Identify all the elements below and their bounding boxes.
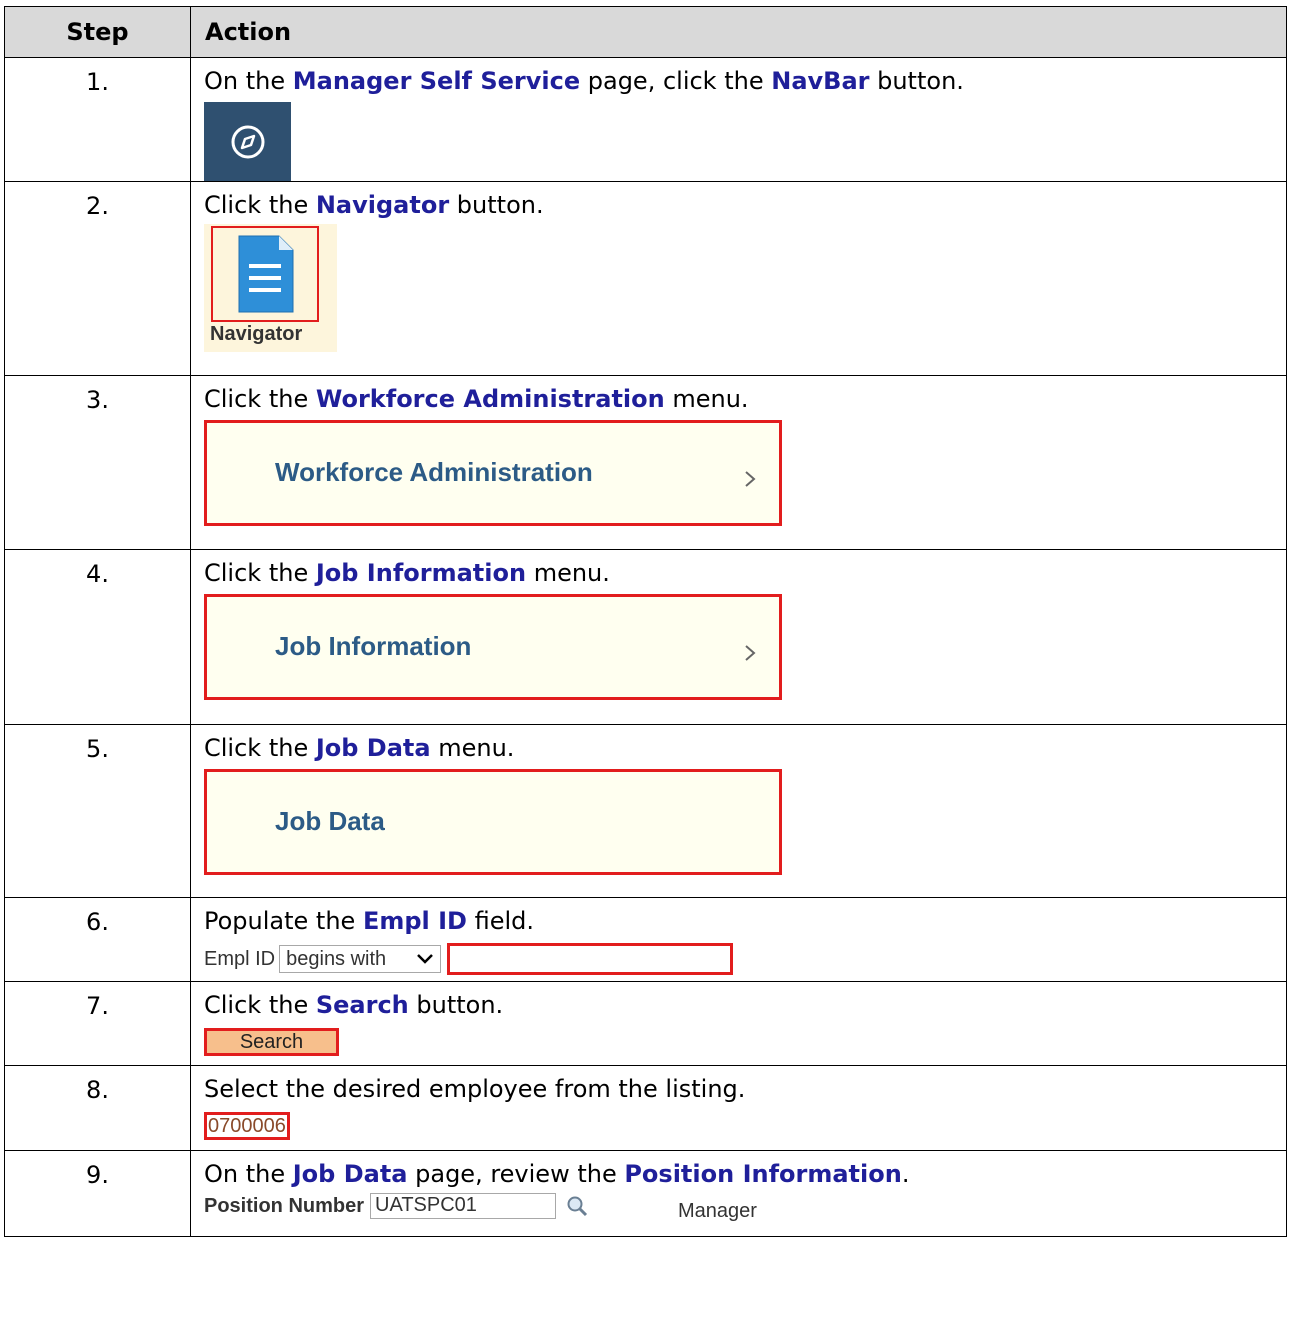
position-number-row: Position Number UATSPC01 Manager <box>204 1191 1286 1222</box>
step-number: 3. <box>4 375 191 550</box>
step-row-8: 8. Select the desired employee from the … <box>4 1065 1287 1151</box>
position-number-label: Position Number <box>204 1194 365 1217</box>
step-instruction: Click the Search button. <box>204 991 504 1019</box>
empl-id-criteria: Empl ID begins with <box>204 942 1286 976</box>
position-number-field[interactable]: UATSPC01 <box>370 1193 557 1219</box>
empl-id-label: Empl ID <box>204 947 276 970</box>
navbar-button[interactable] <box>204 102 291 181</box>
navigator-tile-label: Navigator <box>210 323 303 345</box>
step-number: 5. <box>4 724 191 898</box>
header-row: Step Action <box>4 6 1287 58</box>
step-number: 8. <box>4 1065 191 1151</box>
step-action: Click the Navigator button. Navigator <box>190 181 1287 376</box>
step-row-4: 4. Click the Job Information menu. Job I… <box>4 549 1287 725</box>
step-action: Click the Job Data menu. Job Data <box>190 724 1287 898</box>
step-number: 1. <box>4 57 191 182</box>
step-instruction: Click the Job Information menu. <box>204 559 610 587</box>
menu-label: Job Data <box>275 806 385 836</box>
step-number: 4. <box>4 549 191 725</box>
step-instruction: Click the Workforce Administration menu. <box>204 385 749 413</box>
step-column-header: Step <box>4 6 191 58</box>
document-icon <box>238 235 294 313</box>
step-number: 2. <box>4 181 191 376</box>
navigator-tile[interactable]: Navigator <box>204 224 337 352</box>
step-row-1: 1. On the Manager Self Service page, cli… <box>4 57 1287 182</box>
step-row-3: 3. Click the Workforce Administration me… <box>4 375 1287 550</box>
step-number: 6. <box>4 897 191 982</box>
step-instruction: On the Manager Self Service page, click … <box>204 67 964 95</box>
step-action: Populate the Empl ID field. Empl ID begi… <box>190 897 1287 982</box>
step-action: Click the Job Information menu. Job Info… <box>190 549 1287 725</box>
step-row-2: 2. Click the Navigator button. Navigator <box>4 181 1287 376</box>
step-action: Select the desired employee from the lis… <box>190 1065 1287 1151</box>
step-number: 9. <box>4 1150 191 1237</box>
step-row-9: 9. On the Job Data page, review the Posi… <box>4 1150 1287 1237</box>
job-information-menu[interactable]: Job Information <box>204 594 782 700</box>
navigator-button[interactable] <box>211 226 319 322</box>
job-data-menu[interactable]: Job Data <box>204 769 782 875</box>
employee-link[interactable]: 0700006 <box>204 1112 290 1140</box>
menu-label: Workforce Administration <box>275 457 593 487</box>
step-instruction: Click the Job Data menu. <box>204 734 515 762</box>
empl-id-input[interactable] <box>447 943 734 975</box>
search-button[interactable]: Search <box>204 1028 339 1056</box>
step-row-6: 6. Populate the Empl ID field. Empl ID b… <box>4 897 1287 982</box>
step-action: On the Job Data page, review the Positio… <box>190 1150 1287 1237</box>
empl-id-operator-select[interactable]: begins with <box>279 945 442 973</box>
step-row-5: 5. Click the Job Data menu. Job Data <box>4 724 1287 898</box>
chevron-down-icon <box>417 954 434 964</box>
workforce-administration-menu[interactable]: Workforce Administration <box>204 420 782 526</box>
lookup-icon[interactable] <box>566 1195 588 1217</box>
step-instruction: On the Job Data page, review the Positio… <box>204 1160 910 1188</box>
action-column-header: Action <box>190 6 1287 58</box>
step-instruction: Select the desired employee from the lis… <box>204 1075 746 1103</box>
chevron-right-icon <box>745 471 756 487</box>
menu-label: Job Information <box>275 631 472 661</box>
step-number: 7. <box>4 981 191 1066</box>
steps-table: Step Action 1. On the Manager Self Servi… <box>4 6 1287 1237</box>
step-instruction: Click the Navigator button. <box>204 191 544 219</box>
position-description: Manager <box>678 1199 757 1222</box>
step-action: Click the Workforce Administration menu.… <box>190 375 1287 550</box>
step-action: On the Manager Self Service page, click … <box>190 57 1287 182</box>
chevron-right-icon <box>745 645 756 661</box>
compass-icon <box>231 125 264 158</box>
step-row-7: 7. Click the Search button. Search <box>4 981 1287 1066</box>
step-action: Click the Search button. Search <box>190 981 1287 1066</box>
step-instruction: Populate the Empl ID field. <box>204 907 535 935</box>
